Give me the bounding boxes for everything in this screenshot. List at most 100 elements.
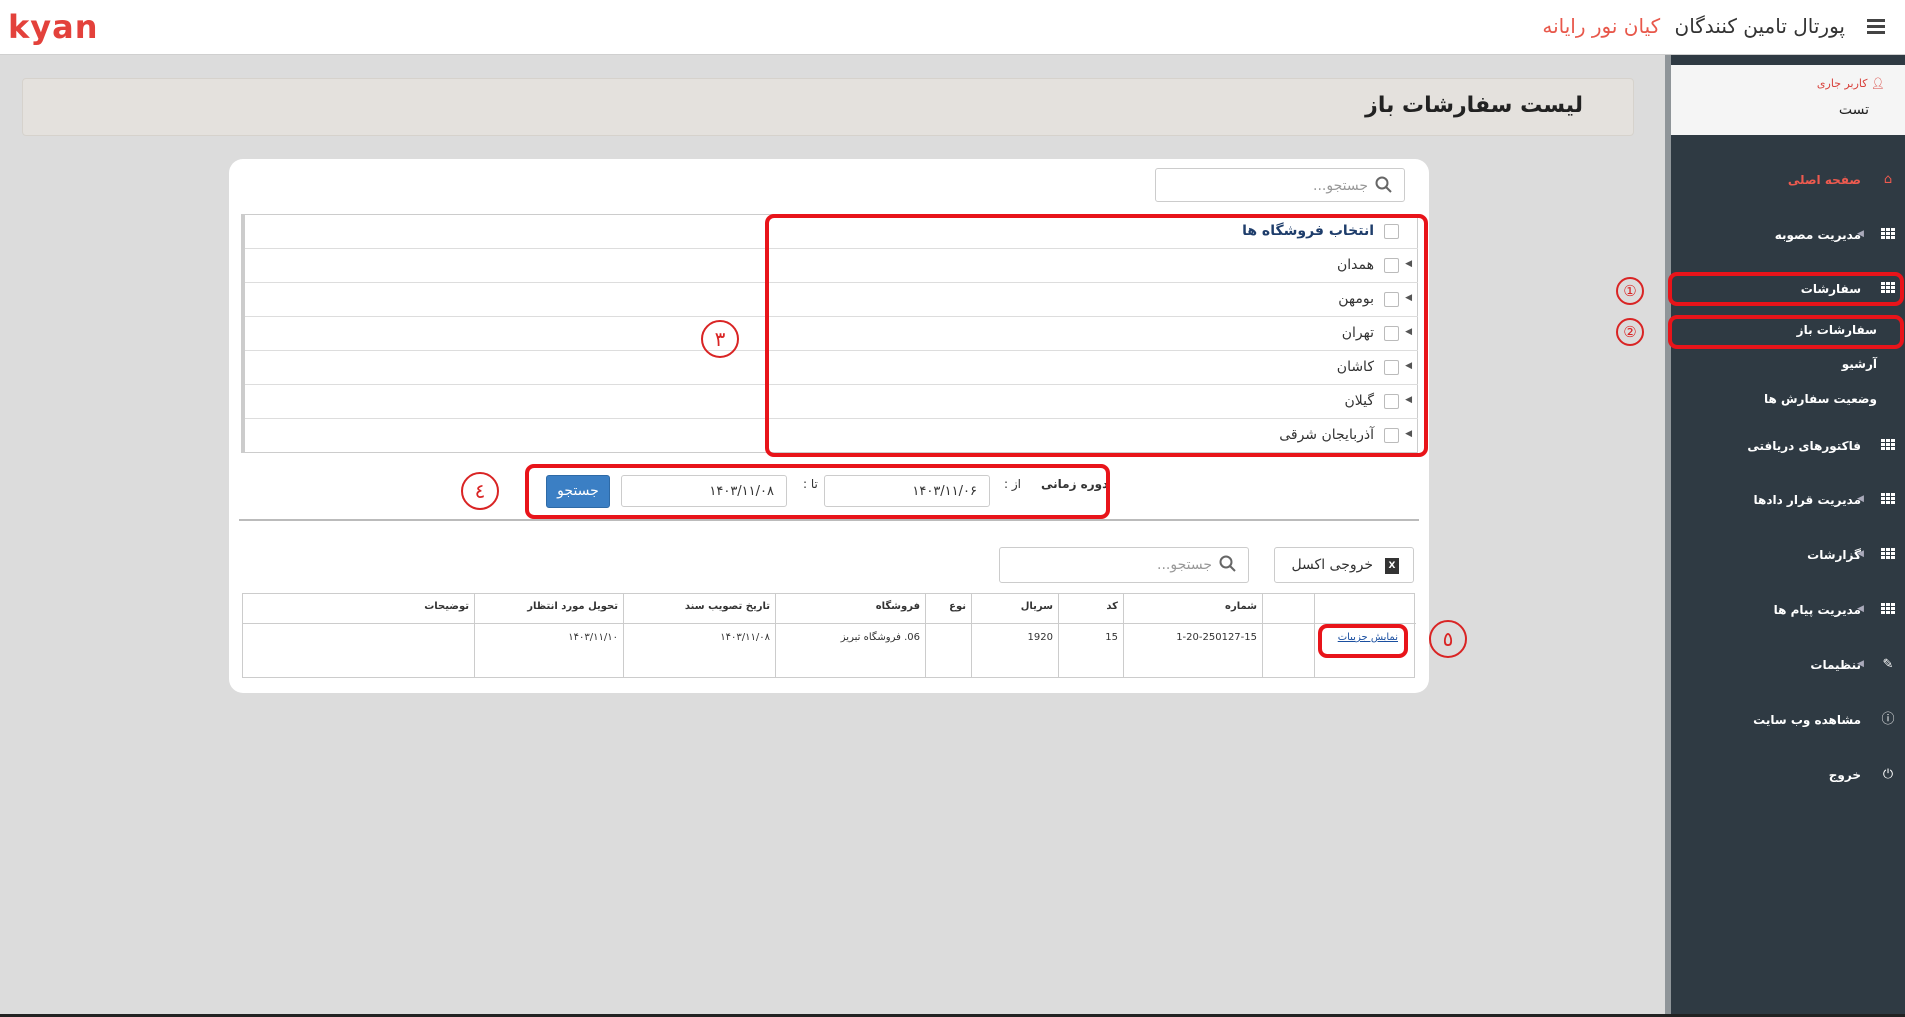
sidebar-item-archive[interactable]: آرشیو [1671,349,1905,381]
sidebar: 👤︎ کاربر جاری تست ⌂ صفحه اصلی مدیریت مصو… [1665,55,1905,1017]
period-label: دوره زمانی [1041,477,1109,491]
sidebar-item-approvals[interactable]: مدیریت مصوبه ◀ [1671,220,1905,252]
sidebar-item-order-status[interactable]: وضعیت سفارش ها [1671,384,1905,416]
orders-table: شماره کد سریال نوع فروشگاه تاریخ تصویب س… [242,593,1416,678]
user-icon: 👤︎ [1871,77,1885,90]
search-icon [1219,555,1236,572]
column-header-type: نوع [925,594,971,623]
grid-icon [1881,282,1895,296]
column-header-blank [1262,594,1314,623]
edit-icon: ✎ [1882,657,1894,672]
store-checkbox[interactable] [1384,428,1399,443]
expand-arrow-icon[interactable]: ◀ [1405,259,1412,269]
store-checkbox[interactable] [1384,292,1399,307]
tree-row-store: ◀ تهران [245,317,1418,351]
callout-5: ٥ [1429,620,1467,658]
to-label: تا : [803,477,818,491]
hamburger-menu-icon[interactable] [1867,19,1885,35]
store-checkbox[interactable] [1384,394,1399,409]
annotation-box-date-filter [525,464,1110,519]
column-header-approval-date: تاریخ تصویب سند [623,594,775,623]
sidebar-item-logout[interactable]: ⏻ خروج [1671,760,1905,792]
tree-row-store: ◀ آذربایجان شرقی [1279,427,1412,443]
tree-row-store: ◀ گیلان [245,385,1418,419]
portal-title: پورتال تامین کنندگان کیان نور رایانه [1542,14,1845,38]
table-cell-blank [1262,623,1314,678]
column-header-number: شماره [1123,594,1262,623]
caret-left-icon: ◀ [1857,604,1864,614]
sidebar-item-messages[interactable]: مدیریت پیام ها ◀ [1671,595,1905,627]
caret-left-icon: ◀ [1857,229,1864,239]
table-cell-type [925,623,971,678]
page-header: لیست سفارشات باز [22,78,1634,136]
store-tree: انتخاب فروشگاه ها ◀ همدان ◀ بومهن ◀ تهرا… [241,214,1418,453]
expand-arrow-icon[interactable]: ◀ [1405,327,1412,337]
store-checkbox[interactable] [1384,360,1399,375]
column-header-serial: سریال [971,594,1058,623]
show-details-link[interactable]: نمایش جزییات [1338,632,1398,643]
from-label: از : [1004,477,1021,491]
expand-arrow-icon[interactable]: ◀ [1405,361,1412,371]
to-date-input[interactable]: ۱۴۰۳/۱۱/۰۸ [621,475,787,507]
sidebar-item-contracts[interactable]: مدیریت قرار دادها ◀ [1671,485,1905,517]
sidebar-item-settings[interactable]: ✎ تنظیمات ◀ [1671,650,1905,682]
table-cell-number: 1-20-250127-15 [1123,623,1262,678]
section-divider [239,519,1419,521]
column-header-description: توضیحات [424,601,469,612]
grid-icon [1881,439,1895,453]
sidebar-item-reports[interactable]: گزارشات ◀ [1671,540,1905,572]
caret-left-icon: ◀ [1857,494,1864,504]
search-button[interactable]: جستجو [546,475,610,508]
store-checkbox[interactable] [1384,326,1399,341]
table-cell-code: 15 [1058,623,1123,678]
tree-row-store: ◀ کاشان [245,351,1418,385]
grid-icon [1881,603,1895,617]
column-header-store: فروشگاه [775,594,925,623]
callout-4: ٤ [461,472,499,510]
page-title: لیست سفارشات باز [1365,93,1583,118]
top-bar: kyan پورتال تامین کنندگان کیان نور رایان… [0,0,1905,55]
table-cell-approval-date: ۱۴۰۳/۱۱/۰۸ [623,623,775,678]
current-user-box: 👤︎ کاربر جاری تست [1671,65,1905,135]
callout-3: ٣ [701,320,739,358]
callout-1: ① [1616,277,1644,305]
sidebar-item-website[interactable]: ⓘ مشاهده وب سایت [1671,705,1905,737]
column-header-action [1314,594,1416,623]
sidebar-item-orders[interactable]: سفارشات [1671,274,1905,306]
grid-icon [1881,548,1895,562]
select-all-checkbox[interactable] [1384,224,1399,239]
sidebar-item-received-invoices[interactable]: فاکتورهای دریافتی [1671,431,1905,463]
tree-row-store: ◀ بومهن [245,283,1418,317]
results-search-input[interactable]: جستجو... [999,547,1249,583]
portal-title-text: پورتال تامین کنندگان [1674,14,1846,38]
store-search-input[interactable]: جستجو... [1155,168,1405,202]
tree-row-select-all: انتخاب فروشگاه ها [245,215,1418,249]
brand-name: کیان نور رایانه [1542,14,1661,38]
caret-left-icon: ◀ [1857,549,1864,559]
table-cell-store: 06. فروشگاه تبریز [775,623,925,678]
search-icon [1375,176,1392,193]
power-icon: ⏻ [1882,767,1894,782]
current-user-label: 👤︎ کاربر جاری [1816,77,1885,90]
kyan-logo[interactable]: kyan [8,8,99,46]
store-checkbox[interactable] [1384,258,1399,273]
home-icon: ⌂ [1883,172,1893,187]
table-cell-description [243,623,474,678]
table-cell-serial: 1920 [971,623,1058,678]
info-icon: ⓘ [1881,712,1895,727]
column-header-expected-delivery: تحویل مورد انتظار [474,594,623,623]
tree-row-store: ◀ همدان [245,249,1418,283]
callout-2: ② [1616,318,1644,346]
sidebar-item-open-orders[interactable]: سفارشات باز [1671,315,1905,347]
main-card: جستجو... انتخاب فروشگاه ها ◀ همدان ◀ بوم… [229,159,1429,693]
table-cell-action: نمایش جزییات [1314,623,1416,678]
expand-arrow-icon[interactable]: ◀ [1405,293,1412,303]
from-date-input[interactable]: ۱۴۰۳/۱۱/۰۶ [824,475,990,507]
column-header-code: کد [1058,594,1123,623]
sidebar-item-home[interactable]: ⌂ صفحه اصلی [1671,165,1905,197]
expand-arrow-icon[interactable]: ◀ [1405,395,1412,405]
expand-arrow-icon[interactable]: ◀ [1405,429,1412,439]
excel-export-button[interactable]: X خروجی اکسل [1274,547,1414,583]
caret-left-icon: ◀ [1857,659,1864,669]
grid-icon [1881,228,1895,242]
